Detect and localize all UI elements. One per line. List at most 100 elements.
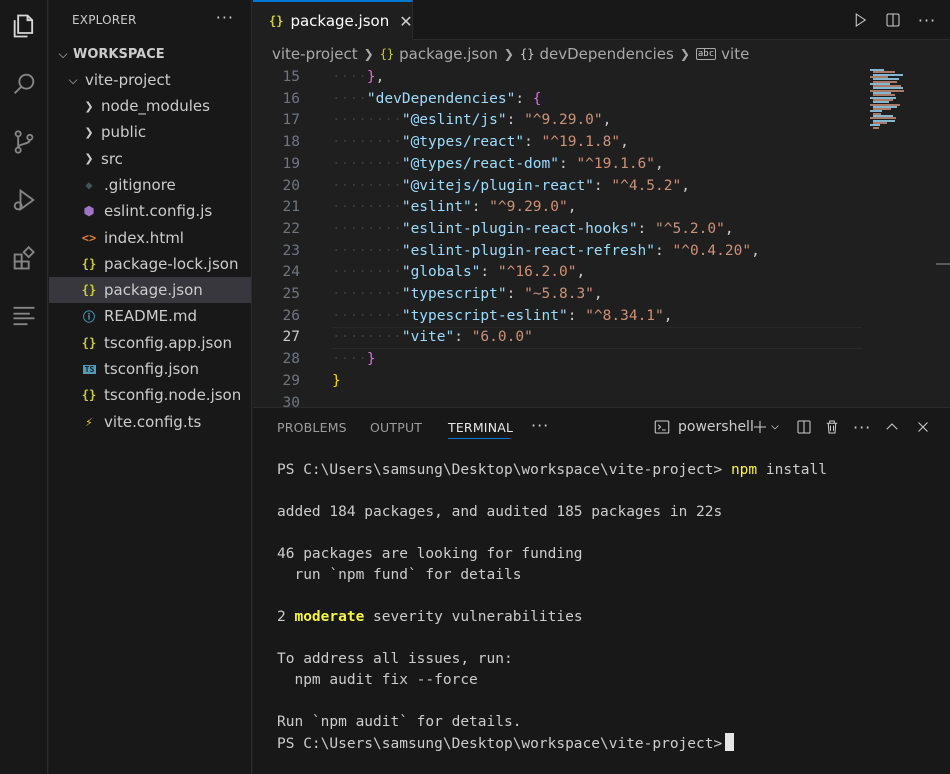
close-icon[interactable]: ✕	[399, 12, 412, 31]
code-token: :	[454, 329, 472, 346]
minimap[interactable]	[870, 67, 940, 407]
terminal-line: run `npm fund` for details	[277, 567, 522, 583]
tab-package-json[interactable]: {} package.json ✕	[253, 0, 413, 40]
code-token: "^5.2.0"	[655, 220, 725, 237]
line-number: 16	[282, 90, 300, 107]
breadcrumb-item[interactable]: devDependencies	[539, 45, 673, 63]
chevron-right-icon: ❯	[679, 47, 690, 61]
typescript-config-icon: TS	[83, 364, 96, 374]
file-item[interactable]: <> index.html	[49, 225, 251, 251]
terminal-output[interactable]: PS C:\Users\samsung\Desktop\workspace\vi…	[277, 460, 827, 755]
tree-item-label: public	[101, 123, 147, 142]
new-terminal-button[interactable]	[751, 416, 781, 438]
file-item[interactable]: ⬢ eslint.config.js	[49, 198, 251, 224]
code-line: 25 ········"typescript": "~5.8.3",	[253, 284, 950, 306]
file-item[interactable]: ⓘ README.md	[49, 303, 251, 329]
explorer-icon[interactable]	[0, 2, 48, 50]
code-token: ,	[724, 220, 734, 237]
split-terminal-icon[interactable]	[795, 416, 813, 438]
breadcrumb-item[interactable]: package.json	[399, 45, 498, 63]
code-line: 22 ········"eslint-plugin-react-hooks": "…	[253, 219, 950, 241]
file-item[interactable]: TS tsconfig.json	[49, 356, 251, 382]
more-actions-icon[interactable]: ···	[531, 416, 549, 435]
chevron-right-icon: ❯	[503, 47, 514, 61]
code-editor[interactable]: 15 ····}, 16 ····"devDependencies": {17 ····…	[253, 67, 950, 407]
run-icon[interactable]	[848, 8, 872, 32]
code-token: :	[506, 286, 525, 302]
minimap-line	[873, 126, 879, 129]
terminal-selector[interactable]: powershell	[653, 416, 754, 438]
tree-item-label: package.json	[104, 281, 203, 300]
chevron-right-icon: ❯	[84, 152, 94, 166]
folder-item[interactable]: ❯ src	[49, 146, 251, 172]
search-icon[interactable]	[0, 60, 48, 108]
breadcrumb-item[interactable]: vite-project	[272, 45, 358, 63]
code-token: :	[480, 264, 498, 281]
file-item[interactable]: {} package-lock.json	[49, 251, 251, 277]
code-token: :	[655, 242, 673, 259]
whitespace-marker: ········	[332, 307, 402, 324]
chevron-right-icon: ❯	[84, 125, 94, 139]
vite-icon: ⚡	[85, 414, 93, 429]
code-token: "^19.1.6"	[576, 155, 656, 172]
terminal-prompt: PS C:\Users\samsung\Desktop\workspace\vi…	[277, 736, 723, 752]
workspace-header[interactable]: ⌵ WORKSPACE	[49, 41, 251, 67]
code-token: "@eslint/js"	[401, 112, 507, 129]
run-debug-icon[interactable]	[0, 176, 48, 224]
more-actions-icon[interactable]: ···	[216, 8, 234, 27]
scrollbar[interactable]	[936, 263, 950, 265]
code-token: ,	[655, 155, 664, 172]
code-token: ,	[593, 286, 603, 302]
extensions-icon[interactable]	[0, 234, 48, 282]
line-number: 28	[282, 351, 300, 368]
folder-item[interactable]: ❯ public	[49, 119, 251, 145]
code-token: ,	[620, 134, 629, 151]
maximize-panel-icon[interactable]	[883, 416, 901, 438]
file-item[interactable]: {} tsconfig.app.json	[49, 330, 251, 356]
whitespace-marker: ········	[332, 264, 402, 281]
explorer-sidebar: EXPLORER ··· ⌵ WORKSPACE ⌵ vite-project …	[49, 0, 252, 774]
terminal-line: added 184 packages, and audited 185 pack…	[277, 504, 723, 520]
tab-problems[interactable]: PROBLEMS	[277, 420, 347, 435]
tab-output[interactable]: OUTPUT	[370, 420, 422, 435]
tree-item-label: tsconfig.node.json	[104, 386, 242, 405]
code-text: ········"eslint": "^9.29.0",	[332, 197, 576, 219]
more-actions-icon[interactable]: ···	[853, 416, 871, 438]
code-line: 28 ····}	[253, 349, 950, 371]
vuln-rest: severity vulnerabilities	[373, 609, 583, 625]
code-token: "6.0.0"	[471, 329, 533, 346]
file-item[interactable]: ⚡ vite.config.ts	[49, 409, 251, 435]
more-actions-icon[interactable]: ···	[915, 8, 939, 32]
folder-item[interactable]: ❯ node_modules	[49, 93, 251, 119]
line-number: 22	[282, 220, 300, 237]
chevron-down-icon: ⌵	[68, 72, 78, 87]
code-line: 20 ········"@vitejs/plugin-react": "^4.5.…	[253, 176, 950, 198]
file-item[interactable]: ◆ .gitignore	[49, 172, 251, 198]
activity-bar	[0, 0, 48, 774]
code-text: ········"globals": "^16.2.0",	[332, 262, 585, 284]
code-token: ,	[576, 264, 586, 281]
breadcrumb-item[interactable]: vite	[721, 45, 749, 63]
trash-icon[interactable]	[823, 416, 841, 438]
whitespace-marker: ····	[332, 69, 367, 85]
code-line: 15 ····},	[253, 67, 950, 89]
split-editor-icon[interactable]	[881, 8, 905, 32]
project-folder[interactable]: ⌵ vite-project	[49, 67, 251, 93]
source-control-icon[interactable]	[0, 118, 48, 166]
file-item[interactable]: {} package.json	[49, 277, 251, 304]
string-icon: abc	[695, 48, 717, 60]
outline-icon[interactable]	[0, 292, 48, 340]
line-number: 20	[282, 177, 300, 194]
tab-terminal[interactable]: TERMINAL	[448, 420, 513, 435]
code-text: ········"@types/react": "^19.1.8",	[332, 132, 629, 154]
file-item[interactable]: {} tsconfig.node.json	[49, 382, 251, 408]
terminal-icon	[654, 420, 670, 434]
code-text: ········"typescript": "~5.8.3",	[332, 284, 603, 306]
info-icon: ⓘ	[82, 309, 95, 324]
code-text: ········"eslint-plugin-react-hooks": "^5…	[332, 219, 734, 241]
whitespace-marker: ········	[332, 220, 402, 237]
close-panel-icon[interactable]	[914, 416, 932, 438]
code-line: 18 ········"@types/react": "^19.1.8",	[253, 132, 950, 154]
whitespace-marker: ········	[332, 177, 402, 194]
code-token: "@vitejs/plugin-react"	[401, 177, 594, 194]
